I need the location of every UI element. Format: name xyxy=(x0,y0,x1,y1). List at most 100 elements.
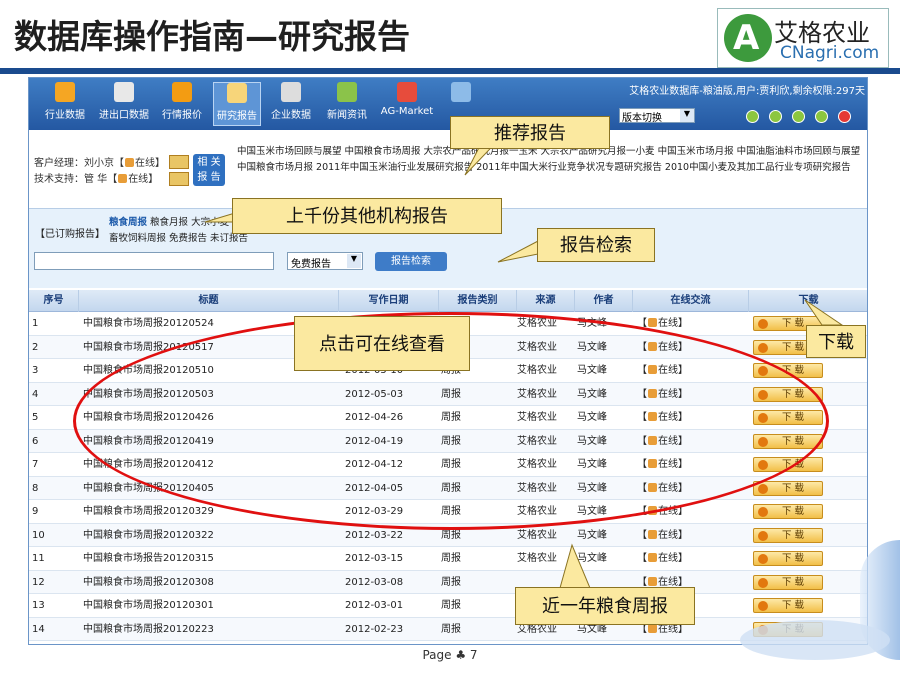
report-title[interactable]: 中国粮食市场周报20120405 xyxy=(83,477,214,500)
online-icon xyxy=(118,174,128,183)
report-title[interactable]: 中国粮食市场周报20120419 xyxy=(83,430,214,453)
report-filter-value: 免费报告 xyxy=(291,259,331,270)
table-row[interactable]: 11 中国粮食市场报告20120315 2012-03-15 周报 艾格农业 马文峰 【在线… xyxy=(29,547,867,571)
report-title[interactable]: 中国粮食市场报告20120315 xyxy=(83,547,214,570)
mail-icon[interactable] xyxy=(169,155,189,169)
online-chat-link[interactable]: 【在线】 xyxy=(637,336,688,359)
report-title[interactable]: 中国粮食市场周报20120301 xyxy=(83,594,214,617)
table-row[interactable]: 10 中国粮食市场周报20120322 2012-03-22 周报 艾格农业 马文峰 【在线… xyxy=(29,523,867,547)
subscription-highlight[interactable]: 粮食周报 xyxy=(109,217,147,228)
column-header[interactable]: 标题 xyxy=(79,290,339,312)
online-chat-link[interactable]: 【在线】 xyxy=(637,477,688,500)
support-status[interactable]: 在线 xyxy=(128,174,148,185)
download-button[interactable]: 下 载 xyxy=(753,433,823,449)
download-label: 下 载 xyxy=(782,482,805,494)
table-row[interactable]: 7 中国粮食市场周报20120412 2012-04-12 周报 艾格农业 马文峰 【在线】… xyxy=(29,453,867,477)
column-header[interactable]: 作者 xyxy=(575,290,633,312)
online-chat-link[interactable]: 【在线】 xyxy=(637,524,688,547)
back-icon[interactable] xyxy=(792,110,805,123)
online-chat-link[interactable]: 【在线】 xyxy=(637,312,688,335)
report-title[interactable]: 中国粮食市场周报20120510 xyxy=(83,359,214,382)
table-row[interactable]: 4 中国粮食市场周报20120503 2012-05-03 周报 艾格农业 马文峰 【在线】… xyxy=(29,382,867,406)
mail-icon[interactable] xyxy=(169,172,189,186)
report-title[interactable]: 中国粮食市场周报20120412 xyxy=(83,453,214,476)
column-header[interactable]: 来源 xyxy=(517,290,575,312)
version-switch-select[interactable]: 版本切换 ▼ xyxy=(619,108,695,124)
report-title[interactable]: 中国粮食市场周报20120223 xyxy=(83,618,214,641)
report-title[interactable]: 中国粮食市场周报20120308 xyxy=(83,571,214,594)
row-index: 12 xyxy=(32,576,45,588)
online-chat-label: 在线 xyxy=(658,529,678,541)
report-title[interactable]: 中国粮食市场周报20120322 xyxy=(83,524,214,547)
report-date: 2012-03-01 xyxy=(345,600,404,611)
download-button[interactable]: 下 载 xyxy=(753,598,823,613)
download-button[interactable]: 下 载 xyxy=(753,527,823,543)
online-chat-link[interactable]: 【在线】 xyxy=(637,430,688,453)
report-title[interactable]: 中国粮食市场周报20120426 xyxy=(83,406,214,429)
table-row[interactable]: 5 中国粮食市场周报20120426 2012-04-26 周报 艾格农业 马文峰 【在线】… xyxy=(29,406,867,430)
home-icon xyxy=(397,82,417,102)
online-chat-link[interactable]: 【在线】 xyxy=(637,359,688,382)
online-chat-link[interactable]: 【在线】 xyxy=(637,547,688,570)
table-row[interactable]: 13中国粮食市场周报201203012012-03-01周报【在线】下 载 xyxy=(29,594,867,618)
callout-recommended: 推荐报告 xyxy=(450,116,610,149)
toolbar-item[interactable]: 企业数据 xyxy=(265,82,317,126)
table-row[interactable]: 8 中国粮食市场周报20120405 2012-04-05 周报 艾格农业 马文峰 【在线】… xyxy=(29,476,867,500)
chevron-down-icon: ▼ xyxy=(347,254,361,268)
download-button[interactable]: 下 载 xyxy=(753,574,823,590)
online-chat-link[interactable]: 【在线】 xyxy=(637,406,688,429)
download-button[interactable]: 下 载 xyxy=(753,504,823,519)
download-button[interactable]: 下 载 xyxy=(753,480,823,496)
column-header[interactable]: 序号 xyxy=(29,290,79,312)
report-search-button[interactable]: 报告检索 xyxy=(375,252,447,271)
download-label: 下 载 xyxy=(782,600,805,611)
column-header[interactable]: 报告类别 xyxy=(439,290,517,312)
download-icon xyxy=(758,319,768,329)
column-header[interactable]: 在线交流 xyxy=(633,290,749,312)
online-chat-link[interactable]: 【在线】 xyxy=(637,453,688,476)
report-source: 艾格农业 xyxy=(517,553,557,564)
download-button[interactable]: 下 载 xyxy=(753,410,823,425)
report-pen-icon xyxy=(227,83,247,103)
minimize-icon[interactable] xyxy=(746,110,759,123)
toolbar-item[interactable]: 行业数据 xyxy=(43,82,87,126)
refresh-icon[interactable] xyxy=(815,110,828,123)
report-source: 艾格农业 xyxy=(517,318,557,329)
download-icon xyxy=(758,601,768,611)
online-chat-link[interactable]: 【在线】 xyxy=(637,383,688,406)
online-icon xyxy=(648,341,657,351)
table-row[interactable]: 6 中国粮食市场周报20120419 2012-04-19 周报 艾格农业 马文峰 【在线】… xyxy=(29,429,867,453)
toolbar-item[interactable]: 进出口数据 xyxy=(95,82,153,126)
close-icon[interactable] xyxy=(838,110,851,123)
related-reports-button[interactable]: 相 关 报 告 xyxy=(193,154,225,186)
slide-title: 数据库操作指南—研究报告 xyxy=(14,17,410,56)
download-label: 下 载 xyxy=(782,553,805,564)
toolbar-item[interactable]: 研究报告 xyxy=(213,82,261,126)
table-row[interactable]: 12 中国粮食市场周报20120308 2012-03-08 周报【在线】下 载 xyxy=(29,570,867,594)
toolbar-item[interactable]: 行情报价 xyxy=(155,82,209,126)
report-filter-select[interactable]: 免费报告 ▼ xyxy=(287,252,363,270)
home-circle-icon[interactable] xyxy=(769,110,782,123)
toolbar-item[interactable]: AG-Market xyxy=(377,82,437,126)
manager-status[interactable]: 在线 xyxy=(135,158,155,169)
support-label: 技术支持：管 华 xyxy=(34,174,108,185)
report-search-input[interactable] xyxy=(34,252,274,270)
report-title[interactable]: 中国粮食市场周报20120329 xyxy=(83,500,214,523)
report-type: 周报 xyxy=(441,412,461,423)
download-button[interactable]: 下 载 xyxy=(753,386,823,402)
toolbar-item[interactable]: 新闻资讯 xyxy=(321,82,373,126)
column-header[interactable]: 下载 xyxy=(749,290,867,312)
download-button[interactable]: 下 载 xyxy=(753,363,823,378)
row-index: 8 xyxy=(32,482,39,494)
report-title[interactable]: 中国粮食市场周报20120524 xyxy=(83,312,214,335)
table-row[interactable]: 9 中国粮食市场周报20120329 2012-03-29 周报 艾格农业 马文峰 【在线】… xyxy=(29,500,867,524)
online-chat-link[interactable]: 【在线】 xyxy=(637,500,688,523)
table-header: 序号 标题 写作日期 报告类别 来源 作者 在线交流 下载 xyxy=(29,290,867,312)
report-title[interactable]: 中国粮食市场周报20120517 xyxy=(83,336,214,359)
toolbar-item-label: 行业数据 xyxy=(45,110,85,121)
download-icon xyxy=(758,507,768,517)
column-header[interactable]: 写作日期 xyxy=(339,290,439,312)
report-title[interactable]: 中国粮食市场周报20120503 xyxy=(83,383,214,406)
download-button[interactable]: 下 载 xyxy=(753,551,823,566)
download-button[interactable]: 下 载 xyxy=(753,457,823,472)
